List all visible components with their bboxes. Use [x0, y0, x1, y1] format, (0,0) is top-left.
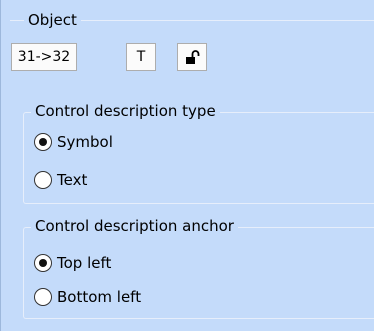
text-radio[interactable]: [34, 171, 52, 189]
unlock-icon: [184, 49, 200, 65]
lock-button[interactable]: [177, 43, 207, 71]
text-mode-button[interactable]: T: [126, 43, 156, 71]
object-group-title: Object: [24, 11, 81, 29]
anchor-option-top-left[interactable]: Top left: [34, 253, 111, 273]
symbol-radio[interactable]: [34, 133, 52, 151]
anchor-group-title: Control description anchor: [31, 217, 238, 235]
anchor-option-bottom-left[interactable]: Bottom left: [34, 287, 141, 307]
panel-border: [0, 0, 1, 331]
bottom-left-radio[interactable]: [34, 288, 52, 306]
top-left-radio[interactable]: [34, 254, 52, 272]
text-mode-button-label: T: [136, 49, 146, 65]
type-option-symbol[interactable]: Symbol: [34, 132, 113, 152]
type-group-box: [23, 112, 374, 204]
type-group-title: Control description type: [31, 102, 220, 120]
symbol-label: Symbol: [57, 133, 113, 151]
course-button-label: 31->32: [17, 49, 71, 65]
text-label: Text: [57, 171, 88, 189]
bottom-left-label: Bottom left: [57, 288, 142, 306]
top-left-label: Top left: [57, 254, 112, 272]
course-button[interactable]: 31->32: [11, 43, 77, 71]
type-option-text[interactable]: Text: [34, 170, 87, 190]
